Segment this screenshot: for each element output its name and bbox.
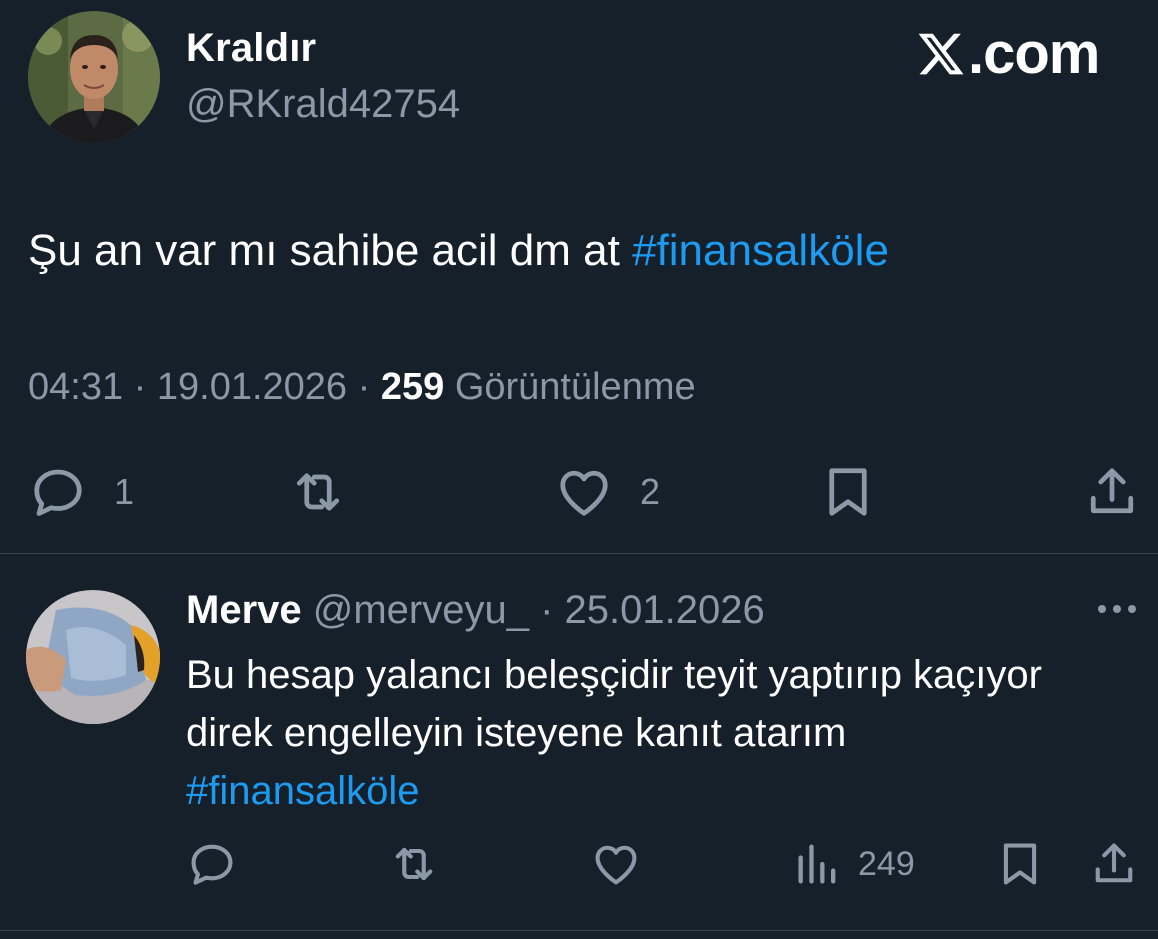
reply-icon <box>34 469 82 516</box>
reply-body: Bu hesap yalancı beleşçidir teyit yaptır… <box>186 653 1042 755</box>
meta-separator: · <box>123 366 157 408</box>
reply-author-avatar[interactable] <box>26 590 160 724</box>
like-count: 2 <box>640 471 661 512</box>
more-options-button[interactable] <box>1094 596 1140 622</box>
tweet-time[interactable]: 04:31 <box>28 366 123 408</box>
reply-author-handle[interactable]: @merveyu_ <box>313 588 529 632</box>
heart-icon <box>595 845 637 885</box>
reply-hashtag-link[interactable]: #finansalköle <box>186 769 420 813</box>
more-icon <box>1098 605 1136 613</box>
tweet-meta: 04:31 · 19.01.2026 · 259 Görüntülenme <box>28 366 696 409</box>
author-avatar[interactable] <box>28 11 160 143</box>
tweet-text: Şu an var mı sahibe acil dm at #finansal… <box>28 226 889 276</box>
reply-header: Merve @merveyu_ · 25.01.2026 <box>186 588 765 633</box>
share-button[interactable] <box>1082 462 1142 522</box>
tweet-body: Şu an var mı sahibe acil dm at <box>28 226 633 275</box>
x-com-logo: .com <box>916 21 1100 86</box>
author-name[interactable]: Kraldır <box>186 26 316 71</box>
reply-reply-button[interactable] <box>186 838 238 890</box>
bookmark-icon <box>1003 843 1037 885</box>
reply-like-button[interactable] <box>590 838 642 890</box>
bottom-divider <box>0 930 1158 931</box>
views-icon <box>798 844 836 884</box>
hashtag-link[interactable]: #finansalköle <box>632 226 889 275</box>
reply-views-count: 249 <box>858 844 915 883</box>
bookmark-icon <box>829 468 867 516</box>
author-handle[interactable]: @RKrald42754 <box>186 82 460 127</box>
x-logo-icon <box>918 33 964 75</box>
reply-bookmark-button[interactable] <box>994 838 1046 890</box>
section-divider <box>0 553 1158 554</box>
reply-views-button[interactable]: 249 <box>792 838 915 890</box>
retweet-icon <box>395 847 433 881</box>
reply-icon <box>191 844 233 885</box>
reply-count: 1 <box>114 471 135 512</box>
meta-separator: · <box>347 366 381 408</box>
views-count[interactable]: 259 <box>381 366 444 408</box>
views-label[interactable]: Görüntülenme <box>455 366 696 408</box>
tweet-detail-screen: Kraldır @RKrald42754 .com Şu an var mı s… <box>0 0 1158 939</box>
share-icon <box>1090 468 1134 514</box>
tweet-date[interactable]: 19.01.2026 <box>157 366 347 408</box>
share-icon <box>1095 843 1133 883</box>
reply-text: Bu hesap yalancı beleşçidir teyit yaptır… <box>186 646 1126 820</box>
bookmark-button[interactable] <box>818 462 878 522</box>
reply-date[interactable]: 25.01.2026 <box>565 588 765 632</box>
like-button[interactable]: 2 <box>554 462 660 522</box>
meta-separator: · <box>528 588 565 632</box>
reply-author-name[interactable]: Merve <box>186 588 302 632</box>
reply-share-button[interactable] <box>1088 838 1140 890</box>
reply-retweet-button[interactable] <box>388 838 440 890</box>
brand-domain: .com <box>968 21 1100 86</box>
heart-icon <box>560 470 608 516</box>
retweet-icon <box>296 473 340 511</box>
reply-button[interactable]: 1 <box>28 462 134 522</box>
retweet-button[interactable] <box>288 462 348 522</box>
